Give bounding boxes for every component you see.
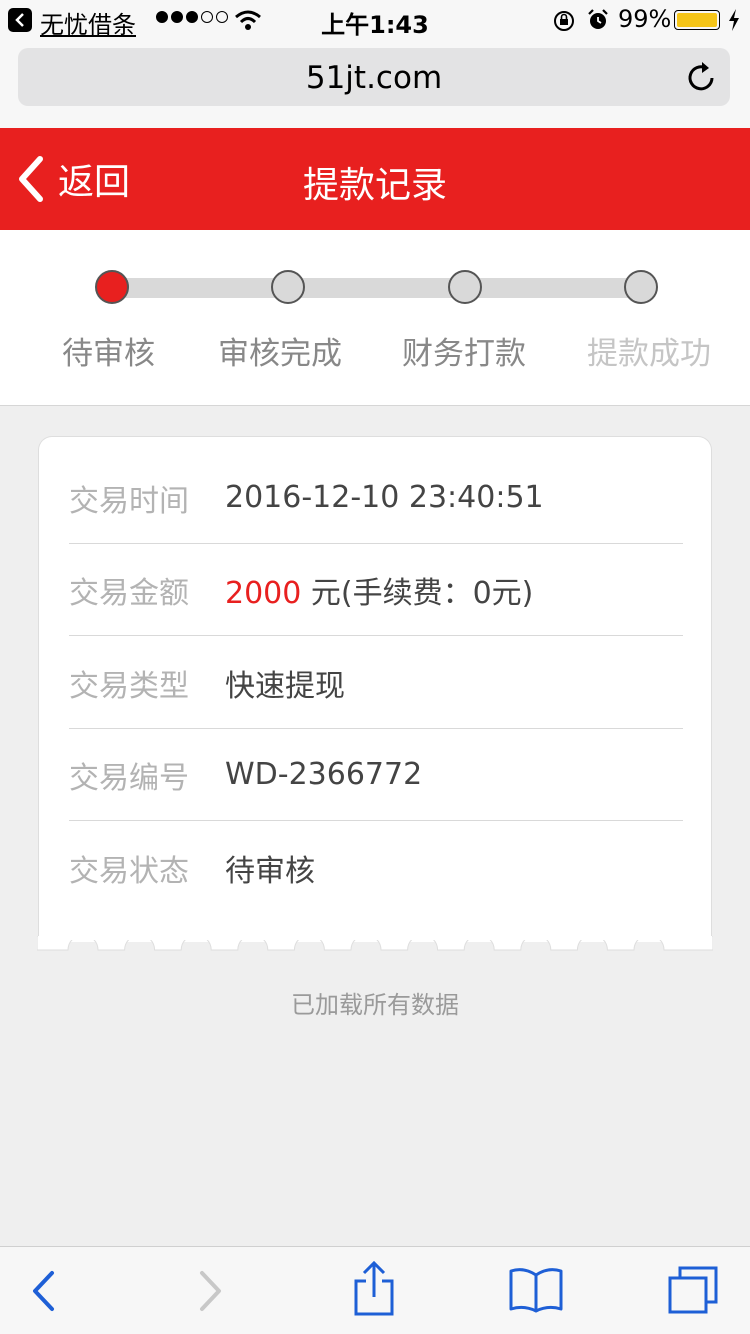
back-icon[interactable]	[30, 1269, 56, 1313]
record-row-status: 交易状态 待审核	[69, 822, 683, 914]
status-bar: 无忧借条 上午1:43 99%	[0, 0, 750, 40]
record-value: 待审核	[225, 854, 315, 889]
url-text[interactable]: 51jt.com	[18, 60, 730, 96]
step-node-finance-payout	[448, 270, 482, 304]
record-value: 2000 元(手续费：0元)	[225, 568, 533, 612]
record-label: 交易时间	[69, 483, 189, 519]
progress-track	[112, 278, 642, 298]
withdrawal-record-card: 交易时间 2016-12-10 23:40:51 交易金额 2000 元(手续费…	[38, 436, 712, 942]
step-label-finance-payout: 财务打款	[402, 336, 526, 372]
share-icon[interactable]	[352, 1261, 396, 1317]
forward-icon[interactable]	[198, 1269, 224, 1313]
fee-text: 元(手续费：0元)	[301, 575, 534, 611]
battery-icon	[674, 10, 720, 30]
ticket-scalloped-edge	[37, 936, 713, 951]
record-value: 2016-12-10 23:40:51	[225, 480, 544, 515]
browser-address-area: 51jt.com	[0, 40, 750, 128]
step-label-review-complete: 审核完成	[218, 336, 342, 372]
reload-icon[interactable]	[686, 60, 718, 94]
record-label: 交易状态	[69, 854, 189, 889]
step-label-pending-review: 待审核	[62, 336, 155, 372]
step-node-pending-review	[95, 270, 129, 304]
battery-percent: 99%	[618, 5, 672, 33]
record-row-type: 交易类型 快速提现	[69, 637, 683, 729]
record-value: 快速提现	[225, 668, 345, 704]
address-bar[interactable]: 51jt.com	[18, 48, 730, 106]
step-label-withdraw-success: 提款成功	[587, 336, 711, 372]
step-node-withdraw-success	[624, 270, 658, 304]
bookmarks-icon[interactable]	[508, 1267, 564, 1313]
record-value: WD-2366772	[225, 757, 423, 792]
page-header: 返回 提款记录	[0, 128, 750, 230]
record-label: 交易金额	[69, 575, 189, 611]
step-node-review-complete	[271, 270, 305, 304]
record-row-number: 交易编号 WD-2366772	[69, 729, 683, 821]
amount-value: 2000	[225, 575, 302, 611]
charging-bolt-icon	[729, 9, 739, 31]
record-label: 交易编号	[69, 760, 189, 796]
tabs-icon[interactable]	[666, 1265, 720, 1315]
record-row-amount: 交易金额 2000 元(手续费：0元)	[69, 544, 683, 636]
browser-toolbar	[0, 1246, 750, 1334]
all-data-loaded-note: 已加载所有数据	[291, 991, 459, 1019]
rotation-lock-icon	[554, 11, 574, 31]
alarm-icon	[588, 9, 608, 29]
record-label: 交易类型	[69, 668, 189, 704]
page-title: 提款记录	[302, 165, 447, 206]
progress-steps: 待审核 审核完成 财务打款 提款成功	[0, 230, 750, 406]
record-row-time: 交易时间 2016-12-10 23:40:51	[69, 452, 683, 544]
